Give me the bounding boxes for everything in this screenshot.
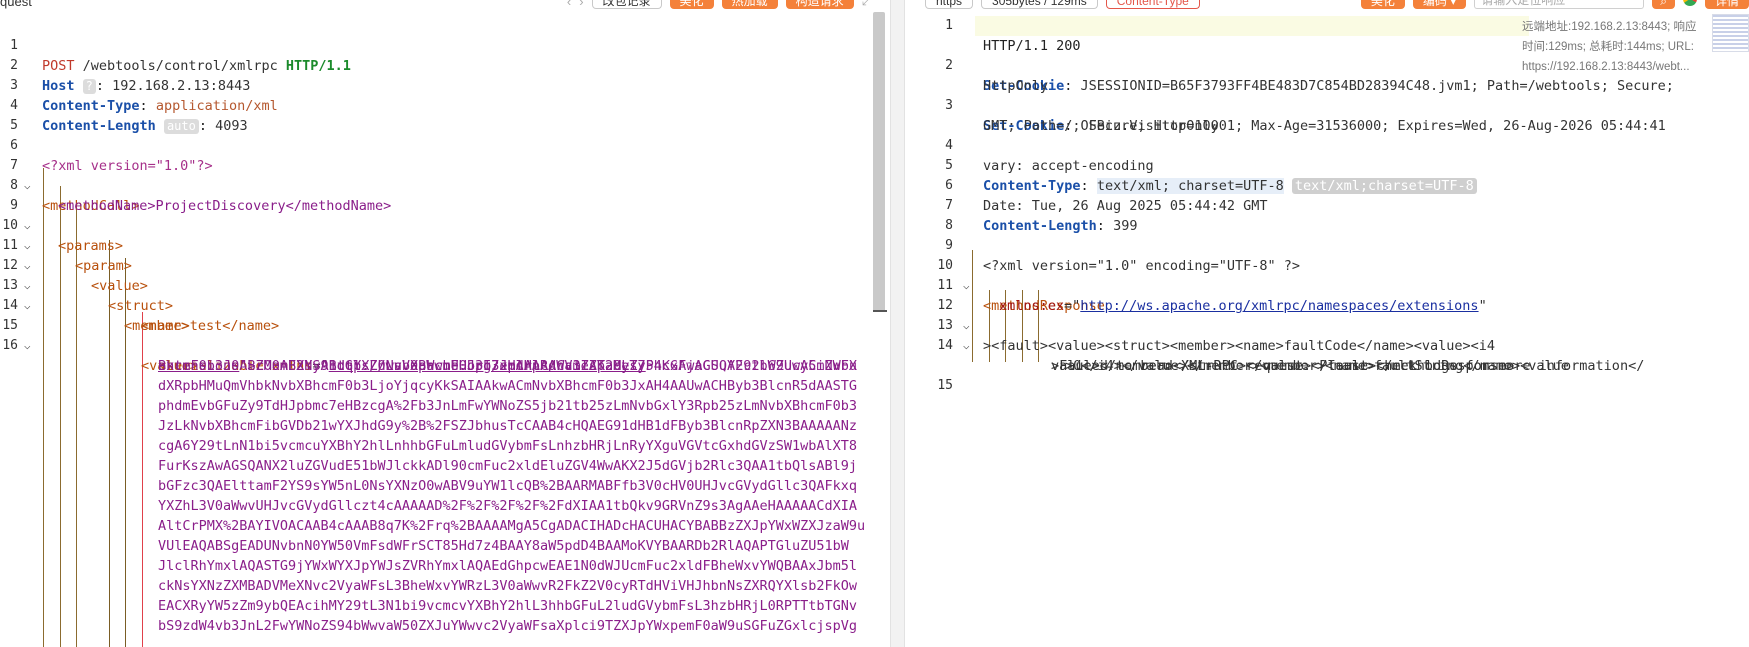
response-line[interactable]: 14 >Failed to read XML-RPC request. Plea… bbox=[905, 316, 1749, 374]
request-line-wrap[interactable]: bS9zdW4vb3JnL2FwYWNoZS94bWwvaW50ZXJuYWwv… bbox=[0, 616, 890, 636]
request-line-wrap[interactable]: EACXRyYW5zZm9ybQEAcihMY29tL3N1bi9vcmcvYX… bbox=[0, 596, 890, 616]
request-header-line[interactable]: 4 Content-Length auto: 4093 bbox=[0, 76, 890, 134]
request-line-wrap[interactable]: VUlEAQABSgEADUNvbnN0YW50VmFsdWFrSCT85Hd7… bbox=[0, 536, 890, 556]
modify-history-button[interactable]: 改包记录 bbox=[591, 0, 662, 9]
request-line[interactable]: 14 <name>test</name> bbox=[0, 276, 890, 334]
beautify-button[interactable]: 美化 bbox=[669, 0, 714, 9]
request-line[interactable]: 8 <methodName>ProjectDiscovery</methodNa… bbox=[0, 156, 890, 214]
encode-label: 编码 bbox=[1422, 0, 1447, 8]
hot-load-button[interactable]: 热加载 bbox=[721, 0, 778, 9]
build-request-button[interactable]: 构造请求 bbox=[785, 0, 854, 9]
base64-payload: AltCrPMX%2BAYIVOACAAB4cAAAB8q7K%2Frq%2BA… bbox=[158, 518, 866, 534]
response-line[interactable]: 9 <?xml version="1.0" encoding="UTF-8" ?… bbox=[905, 216, 1749, 274]
response-line[interactable]: 13 ⌵ >0</i4></value></member><member><na… bbox=[905, 296, 1749, 374]
response-header-line[interactable]: 6 Date: Tue, 26 Aug 2025 05:44:42 GMT bbox=[905, 156, 1749, 214]
response-info-remote: 远端地址:192.168.2.13:8443; 响应 bbox=[1522, 21, 1697, 33]
request-line[interactable]: 5 bbox=[0, 96, 890, 133]
response-header-line[interactable]: 4 vary: accept-encoding bbox=[905, 116, 1749, 174]
request-line-wrap[interactable]: JzLkNvbXBhcmFibGVDb21wYXJhdG9y%2B%2FSZJb… bbox=[0, 416, 890, 436]
base64-payload: JlclRhYmxlAQASTG9jYWxWYXJpYWJsZVRhYmxlAQ… bbox=[158, 558, 857, 574]
base64-payload: VUlEAQABSgEADUNvbnN0YW50VmFsdWFrSCT85Hd7… bbox=[158, 538, 849, 554]
request-line[interactable]: 7 ⌵ <methodCall> bbox=[0, 136, 890, 214]
response-line[interactable]: 11 xmlns:ex="http://ws.apache.org/xmlrpc… bbox=[905, 256, 1749, 314]
base64-payload: cgA6Y29tLnN1bi5vcmcuYXBhY2hlLnhhbGFuLmlu… bbox=[158, 438, 857, 454]
request-line-wrap[interactable]: extensions">rO0ABXNyABdqYXZhLnV0aWwuUHJp… bbox=[0, 336, 890, 374]
request-pane-title: quest bbox=[0, 0, 32, 9]
base64-payload: dXRpbHMuQmVhbkNvbXBhcmF0b3LjoYjqcyKkSAIA… bbox=[158, 378, 857, 394]
http-repeater-panel: { "request": { "pane_title": "quest", "t… bbox=[0, 0, 1749, 647]
request-line[interactable]: 9 ⌵ <params> bbox=[0, 176, 890, 254]
search-icon: ⌕ bbox=[1660, 0, 1667, 8]
response-header-line[interactable]: 3 Set-Cookie: OFBiz.Visitor=10001; Max-A… bbox=[905, 76, 1749, 134]
base64-payload: bS9zdW4vb3JnL2FwYWNoZS94bWwvaW50ZXJuYWwv… bbox=[158, 618, 857, 634]
status-line[interactable]: HTTP/1.1 200 bbox=[975, 16, 1529, 54]
response-header-line[interactable]: 5 Content-Type: text/xml; charset=UTF-8 … bbox=[905, 136, 1749, 194]
request-line[interactable]: 1 POST /webtools/control/xmlrpc HTTP/1.1 bbox=[0, 16, 890, 74]
chevron-down-icon: ▾ bbox=[1450, 0, 1457, 8]
locate-response-input[interactable]: 请输入定位响应 bbox=[1474, 0, 1645, 9]
minimap-thumbnail[interactable] bbox=[1712, 14, 1749, 52]
request-line-wrap[interactable]: phdmEvbGFuZy9TdHJpbmc7eHBzcgA%2Fb3JnLmFw… bbox=[0, 396, 890, 416]
base64-payload: FurKszAwAGSQANX2luZGVudE51bWJlckkADl90cm… bbox=[158, 458, 857, 474]
request-header-line[interactable]: 3 Content-Type: application/xml bbox=[0, 56, 890, 114]
response-line-wrap[interactable]: value></member></struct></value></fault>… bbox=[905, 336, 1749, 374]
base64-payload: BhcmF0b3J0ABZMamF2YS91dGlsL0NvbXBhcmF0b3… bbox=[158, 358, 857, 374]
request-line-wrap[interactable]: YXZhL3V0aWwvUHJvcGVydGllczt4cAAAAAD%2F%2… bbox=[0, 496, 890, 516]
tab-content-type[interactable]: Content-Type bbox=[1105, 0, 1200, 9]
arrow-left-icon[interactable]: ‹ bbox=[567, 0, 571, 9]
response-toolbar: https 305bytes / 129ms Content-Type 美化 编… bbox=[905, 0, 1749, 9]
request-line[interactable]: 12 ⌵ <struct> bbox=[0, 236, 890, 314]
pane-divider[interactable] bbox=[890, 0, 905, 647]
line-number: 15 bbox=[937, 378, 953, 393]
details-button[interactable]: 详情 bbox=[1704, 0, 1749, 9]
request-line[interactable]: 11 ⌵ <value> bbox=[0, 216, 890, 294]
line-number: 1 bbox=[945, 18, 953, 33]
response-header-wrap[interactable]: GMT; Path=/; Secure; HttpOnly bbox=[905, 96, 1749, 134]
request-header-line[interactable]: 2 Host ?: 192.168.2.13:8443 bbox=[0, 36, 890, 94]
encode-dropdown-button[interactable]: 编码 ▾ bbox=[1412, 0, 1467, 9]
response-header-line[interactable]: 7 Content-Length: 399 bbox=[905, 176, 1749, 234]
expand-icon[interactable]: ⤢ bbox=[862, 0, 872, 9]
arrow-right-icon[interactable]: › bbox=[579, 0, 583, 9]
tab-https[interactable]: https bbox=[925, 0, 974, 9]
response-info-timing: 时间:129ms; 总耗时:144ms; URL: bbox=[1522, 41, 1694, 53]
response-line[interactable]: 8 bbox=[905, 196, 1749, 233]
base64-payload: bGFzc3QAElttamF2YS9sYW5nL0NsYXNzO0wABV9u… bbox=[158, 478, 857, 494]
response-line[interactable]: 10 ⌵ <methodResponse bbox=[905, 236, 1749, 314]
response-line[interactable]: 12 ⌵ ><fault><value><struct><member><nam… bbox=[905, 276, 1749, 354]
request-line-wrap[interactable]: dXRpbHMuQmVhbkNvbXBhcmF0b3LjoYjqcyKkSAIA… bbox=[0, 376, 890, 396]
request-pane: quest ‹ › 改包记录 美化 热加载 构造请求 ⤢ 1 POST /web… bbox=[0, 0, 890, 647]
request-line-wrap[interactable]: cgA6Y29tLnN1bi5vcmcuYXBhY2hlLnhhbGFuLmlu… bbox=[0, 436, 890, 456]
extension-icon[interactable] bbox=[1682, 0, 1697, 6]
response-line[interactable]: 15 bbox=[905, 356, 1749, 393]
scroll-marker bbox=[873, 310, 887, 312]
request-line[interactable]: 6 <?xml version="1.0"?> bbox=[0, 116, 890, 174]
request-line[interactable]: 15 ⌵ <value> bbox=[0, 296, 890, 374]
base64-payload: YXZhL3V0aWwvUHJvcGVydGllczt4cAAAAAD%2F%2… bbox=[158, 498, 857, 514]
base64-payload: JzLkNvbXBhcmFibGVDb21wYXJhdG9y%2B%2FSZJb… bbox=[158, 418, 857, 434]
request-line-wrap[interactable]: AltCrPMX%2BAYIVOACAAB4cAAAB8q7K%2Frq%2BA… bbox=[0, 516, 890, 536]
request-line[interactable]: 16 <serializable xmlns="http://ws.apache… bbox=[0, 316, 890, 374]
request-line-wrap[interactable]: BhcmF0b3J0ABZMamF2YS91dGlsL0NvbXBhcmF0b3… bbox=[0, 356, 890, 376]
request-line-wrap[interactable]: ckNsYXNzZXMBADVMeXNvc2VyaWFsL3BheWxvYWRz… bbox=[0, 576, 890, 596]
request-line[interactable]: 10 ⌵ <param> bbox=[0, 196, 890, 274]
response-pane: https 305bytes / 129ms Content-Type 美化 编… bbox=[905, 0, 1749, 647]
base64-payload: ckNsYXNzZXMBADVMeXNvc2VyaWFsL3BheWxvYWRz… bbox=[158, 578, 857, 594]
tab-size-timing[interactable]: 305bytes / 129ms bbox=[981, 0, 1098, 9]
request-line-wrap[interactable]: FurKszAwAGSQANX2luZGVudE51bWJlckkADl90cm… bbox=[0, 456, 890, 476]
request-line-wrap[interactable]: JlclRhYmxlAQASTG9jYWxWYXJpYWJsZVRhYmxlAQ… bbox=[0, 556, 890, 576]
request-toolbar: quest ‹ › 改包记录 美化 热加载 构造请求 ⤢ bbox=[0, 0, 890, 9]
request-line-wrap[interactable]: bGFzc3QAElttamF2YS9sYW5nL0NsYXNzO0wABV9u… bbox=[0, 476, 890, 496]
response-info-url: https://192.168.2.13:8443/webt... bbox=[1522, 61, 1690, 73]
vertical-scrollbar[interactable] bbox=[873, 12, 885, 312]
base64-payload: EACXRyYW5zZm9ybQEAcihMY29tL3N1bi9vcmcvYX… bbox=[158, 598, 857, 614]
search-button[interactable]: ⌕ bbox=[1652, 0, 1675, 9]
request-line[interactable]: 13 ⌵ <member> bbox=[0, 256, 890, 334]
beautify-response-button[interactable]: 美化 bbox=[1360, 0, 1405, 9]
base64-payload: phdmEvbGFuZy9TdHJpbmc7eHBzcgA%2Fb3JnLmFw… bbox=[158, 398, 857, 414]
